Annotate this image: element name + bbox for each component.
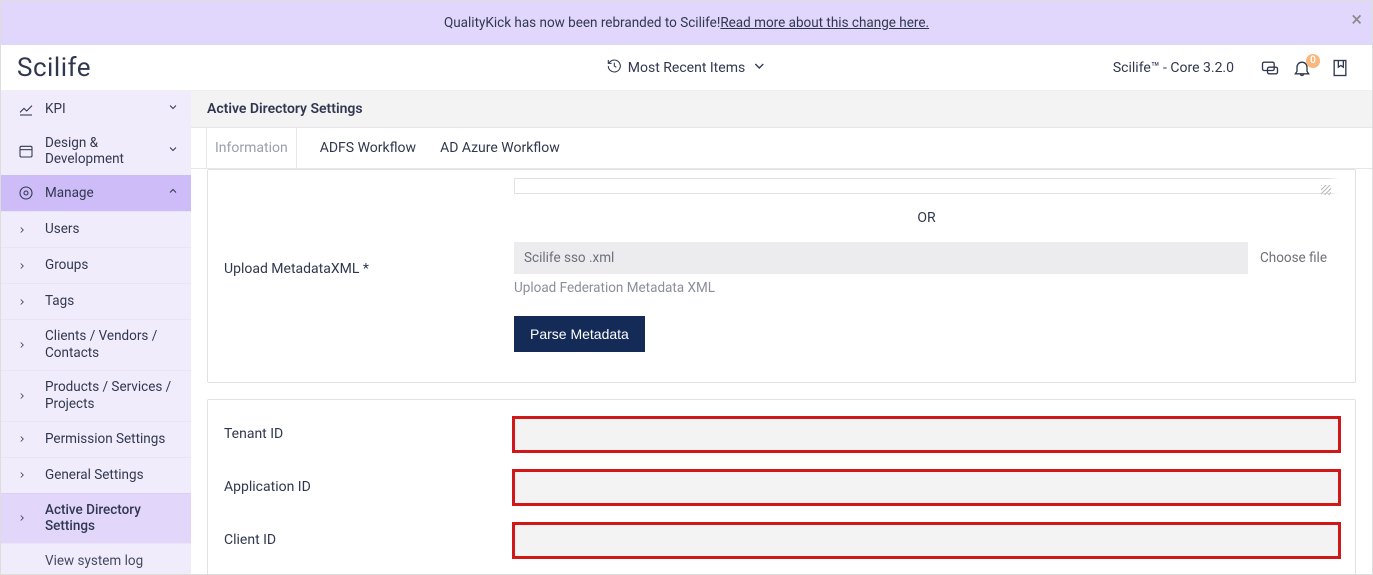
recent-items-dropdown[interactable]: Most Recent Items bbox=[606, 58, 767, 78]
notification-badge: 0 bbox=[1306, 54, 1320, 68]
client-id-label: Client ID bbox=[224, 531, 514, 549]
sidebar: KPI Design & Development Manage Users Gr… bbox=[1, 91, 191, 575]
sidebar-item-design[interactable]: Design & Development bbox=[1, 127, 191, 175]
parse-metadata-button[interactable]: Parse Metadata bbox=[514, 316, 645, 352]
client-id-input[interactable] bbox=[514, 524, 1339, 557]
sidebar-item-kpi[interactable]: KPI bbox=[1, 91, 191, 127]
notifications-icon[interactable]: 0 bbox=[1286, 58, 1318, 78]
sidebar-label: Active Directory Settings bbox=[45, 502, 179, 536]
chevron-down-icon bbox=[167, 101, 179, 117]
sidebar-item-products-services[interactable]: Products / Services / Projects bbox=[1, 370, 191, 421]
tab-information[interactable]: Information bbox=[207, 128, 296, 168]
history-icon bbox=[606, 58, 622, 78]
metadata-panel: OR Upload MetadataXML * Scilife sso .xml… bbox=[207, 169, 1356, 383]
brand-logo[interactable]: Scilife bbox=[17, 53, 91, 83]
upload-label: Upload MetadataXML * bbox=[224, 260, 514, 278]
sidebar-item-users[interactable]: Users bbox=[1, 211, 191, 247]
chevron-right-icon bbox=[17, 225, 35, 235]
chevron-right-icon bbox=[17, 470, 35, 480]
chevron-down-icon bbox=[751, 58, 767, 78]
sidebar-label: KPI bbox=[45, 101, 167, 117]
recent-items-label: Most Recent Items bbox=[628, 60, 745, 76]
sidebar-item-manage[interactable]: Manage bbox=[1, 175, 191, 211]
top-bar: Scilife Most Recent Items Scilife™ - Cor… bbox=[1, 45, 1372, 91]
sidebar-item-groups[interactable]: Groups bbox=[1, 247, 191, 283]
application-id-input[interactable] bbox=[514, 471, 1339, 504]
chevron-up-icon bbox=[167, 185, 179, 201]
sidebar-label: View system log bbox=[45, 553, 179, 570]
sidebar-item-permission-settings[interactable]: Permission Settings bbox=[1, 421, 191, 457]
chevron-right-icon bbox=[17, 340, 35, 350]
gear-icon bbox=[17, 185, 35, 201]
sidebar-label: Clients / Vendors / Contacts bbox=[45, 328, 179, 362]
tab-adfs-workflow[interactable]: ADFS Workflow bbox=[320, 128, 416, 168]
chevron-right-icon bbox=[17, 391, 35, 401]
banner-link[interactable]: Read more about this change here. bbox=[720, 15, 929, 31]
chevron-right-icon bbox=[17, 513, 35, 523]
rebrand-banner: QualityKick has now been rebranded to Sc… bbox=[1, 1, 1372, 45]
sidebar-item-general-settings[interactable]: General Settings bbox=[1, 457, 191, 493]
version-label: Scilife™ - Core 3.2.0 bbox=[1113, 60, 1234, 76]
chat-icon[interactable] bbox=[1254, 58, 1286, 78]
upload-filename[interactable]: Scilife sso .xml bbox=[514, 242, 1248, 274]
sidebar-label: Products / Services / Projects bbox=[45, 379, 179, 413]
tenant-id-label: Tenant ID bbox=[224, 425, 514, 443]
sidebar-label: General Settings bbox=[45, 467, 179, 484]
chevron-right-icon bbox=[17, 261, 35, 271]
page-title: Active Directory Settings bbox=[191, 91, 1372, 128]
chevron-right-icon bbox=[17, 297, 35, 307]
tab-azure-workflow[interactable]: AD Azure Workflow bbox=[440, 128, 560, 168]
bookmark-icon[interactable] bbox=[1324, 58, 1356, 78]
ids-panel: Tenant ID Application ID Client ID bbox=[207, 399, 1356, 575]
metadata-textarea[interactable] bbox=[514, 178, 1339, 194]
calendar-icon bbox=[17, 143, 35, 159]
upload-hint: Upload Federation Metadata XML bbox=[514, 280, 1339, 296]
banner-text: QualityKick has now been rebranded to Sc… bbox=[444, 15, 720, 31]
application-id-label: Application ID bbox=[224, 478, 514, 496]
sidebar-label: Tags bbox=[45, 293, 179, 310]
chart-icon bbox=[17, 101, 35, 117]
sidebar-item-system-log[interactable]: View system log bbox=[1, 543, 191, 575]
sidebar-item-clients-vendors[interactable]: Clients / Vendors / Contacts bbox=[1, 319, 191, 370]
chevron-down-icon bbox=[167, 143, 179, 159]
close-icon[interactable]: × bbox=[1351, 9, 1362, 29]
main-content: Active Directory Settings Information AD… bbox=[191, 91, 1372, 575]
sidebar-label: Design & Development bbox=[45, 135, 167, 167]
tabs: Information ADFS Workflow AD Azure Workf… bbox=[191, 128, 1372, 169]
sidebar-label: Permission Settings bbox=[45, 431, 179, 448]
choose-file-button[interactable]: Choose file bbox=[1248, 242, 1339, 274]
sidebar-item-tags[interactable]: Tags bbox=[1, 283, 191, 319]
sidebar-label: Manage bbox=[45, 185, 167, 201]
or-separator: OR bbox=[224, 204, 1339, 232]
sidebar-item-active-directory[interactable]: Active Directory Settings bbox=[1, 493, 191, 544]
tenant-id-input[interactable] bbox=[514, 418, 1339, 451]
chevron-right-icon bbox=[17, 434, 35, 444]
sidebar-label: Groups bbox=[45, 257, 179, 274]
sidebar-label: Users bbox=[45, 221, 179, 238]
